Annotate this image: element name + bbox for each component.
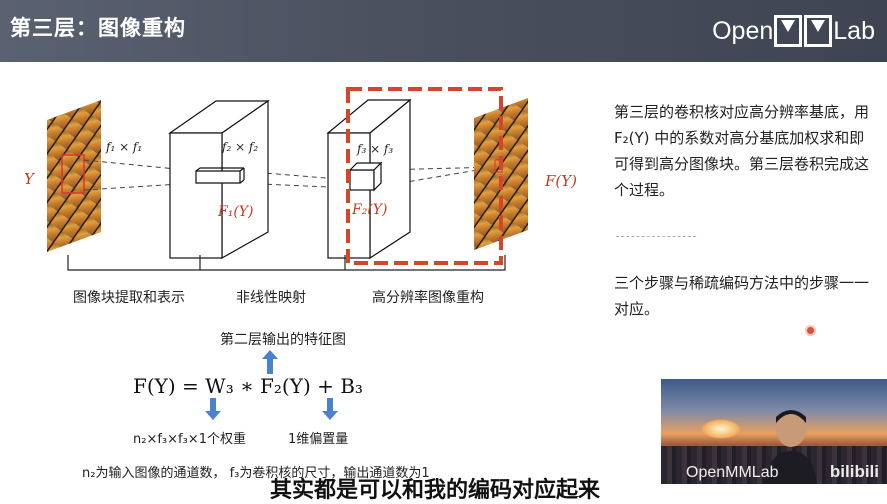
up-arrow-icon [262,350,278,374]
output-label: F(Y) [544,172,577,190]
brand-right-text: Lab [833,16,875,45]
brand-m-icon-2 [804,15,833,47]
video-subtitle: 其实都是可以和我的编码对应起来 [270,478,601,503]
brand-left-text: Open [712,16,774,45]
bilibili-watermark: bilibili [829,462,879,481]
step1-label: 图像块提取和表示 [73,290,185,306]
srcnn-formula: F(Y) = W₃ ∗ F₂(Y) + B₃ [133,374,363,398]
openmmlab-watermark: OpenMMLab [686,464,779,481]
bias-label: 1维偏置量 [288,432,349,447]
kernel1-label: f₁ × f₁ [105,140,142,154]
explanation-paragraph-1: 第三层的卷积核对应高分辨率基底，用 F₂(Y) 中的系数对高分基底加权求和即可得… [614,103,870,199]
brand-m-icon [774,15,803,47]
presenter-webcam: OpenMMLab bilibili [661,379,887,484]
down-arrow-icon-weights [205,398,221,420]
laser-pointer-dot [807,327,814,334]
formula-above-label: 第二层输出的特征图 [220,332,346,348]
sunset-glow [701,419,741,439]
step3-label: 高分辨率图像重构 [372,290,484,306]
kernel3-label: f₃ × f₃ [356,142,393,156]
input-image [47,100,101,252]
map2-label: F₂(Y) [351,202,388,218]
weights-label: n₂×f₃×f₃×1个权重 [133,432,246,447]
kernel2-label: f₂ × f₂ [221,140,258,154]
srcnn-diagram: Y F(Y) f₁ × f₁ f₂ × f₂ f₃ × f₃ F₁(Y) F₂(… [24,87,577,271]
section-divider [616,236,696,237]
openmmlab-logo: Open Lab [712,14,875,48]
slide-header: 第三层：图像重构 Open Lab [0,0,887,62]
down-arrow-icon-bias [322,398,338,420]
step2-label: 非线性映射 [236,290,306,306]
explanation-paragraph-2: 三个步骤与稀疏编码方法中的步骤一一对应。 [614,274,870,318]
input-label: Y [24,170,36,188]
projection-lines [83,159,496,191]
slide-title: 第三层：图像重构 [10,16,186,40]
feature-map-1-block [168,99,270,260]
feature-map-2-block [326,98,412,260]
map1-label: F₁(Y) [217,204,254,220]
